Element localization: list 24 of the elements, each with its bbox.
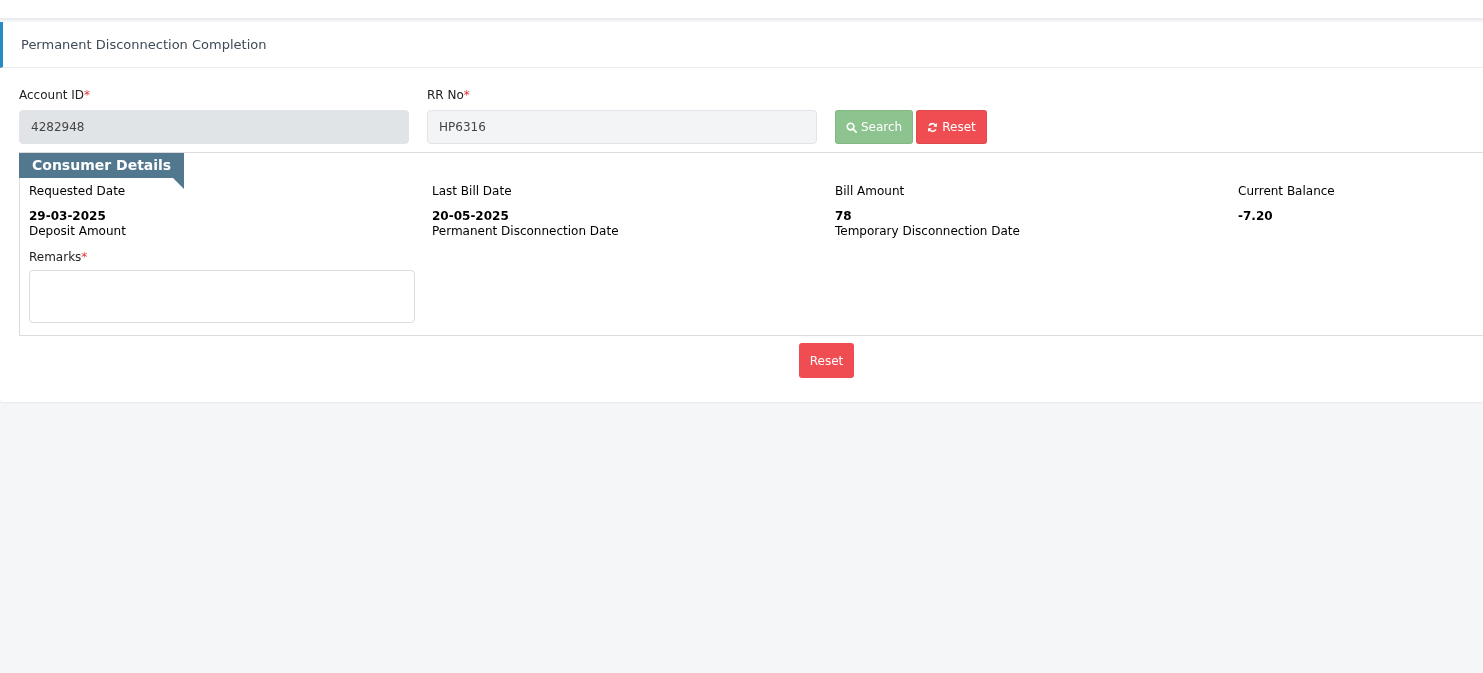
detail-label: Bill Amount [835, 184, 906, 198]
reset-button[interactable]: Reset [916, 110, 987, 144]
remarks-label: Remarks* [29, 250, 89, 264]
search-button[interactable]: Search [835, 110, 914, 144]
panel-title: Permanent Disconnection Completion [21, 37, 267, 52]
field-label: Account ID* [19, 88, 92, 102]
detail-label: Current Balance [1238, 184, 1336, 198]
detail-label: Requested Date [29, 184, 127, 198]
detail-value: 20-05-2025 [432, 209, 510, 223]
detail-label: Temporary Disconnection Date [835, 224, 1021, 238]
detail-value: -7.20 [1238, 209, 1274, 223]
detail-label: Deposit Amount [29, 224, 127, 238]
reset-button[interactable]: Reset [798, 343, 855, 378]
detail-value: 29-03-2025 [29, 209, 107, 223]
section-ribbon: Consumer Details [19, 153, 185, 178]
detail-label: Last Bill Date [432, 184, 513, 198]
refresh-icon [927, 121, 939, 133]
search-icon [846, 121, 857, 133]
field-label: RR No* [427, 88, 471, 102]
detail-label: Permanent Disconnection Date [432, 224, 620, 238]
detail-value: 78 [835, 209, 853, 223]
input-field[interactable]: HP6316 [427, 110, 817, 144]
ribbon-fold [173, 178, 185, 189]
remarks-field[interactable] [29, 270, 415, 323]
